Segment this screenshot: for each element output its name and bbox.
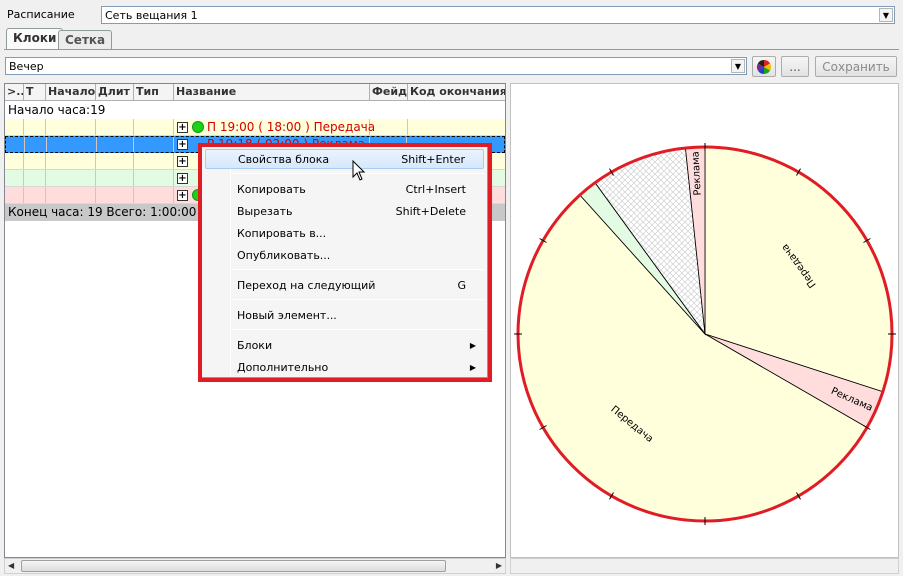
save-button-label: Сохранить: [822, 59, 890, 74]
col-header-end-code[interactable]: Код окончания: [408, 84, 505, 100]
preset-select[interactable]: Вечер ▼: [5, 57, 747, 75]
expand-icon[interactable]: +: [177, 139, 188, 150]
schedule-select[interactable]: Сеть вещания 1 ▼: [101, 6, 895, 24]
tab-clocks[interactable]: Клоки: [6, 28, 64, 50]
status-green-icon: [192, 121, 204, 133]
scroll-right-icon[interactable]: ▶: [496, 561, 502, 570]
tab-divider: [4, 49, 899, 50]
hour-start-label: Начало часа:19: [8, 103, 106, 117]
col-header-type[interactable]: Тип: [134, 84, 174, 100]
preset-select-value: Вечер: [9, 59, 44, 73]
tab-grid[interactable]: Сетка: [58, 30, 113, 50]
col-header-t[interactable]: Т: [24, 84, 46, 100]
pie-chart-panel: Передача Реклама Передача Реклама: [510, 83, 899, 558]
col-header-fade[interactable]: Фейд: [370, 84, 408, 100]
scroll-left-icon[interactable]: ◀: [8, 561, 14, 570]
chart-hscrollbar[interactable]: [510, 558, 899, 574]
schedule-select-value: Сеть вещания 1: [105, 8, 198, 22]
pie-chart: ПередачаРекламаПередачаРеклама: [514, 143, 896, 525]
col-header-start[interactable]: Начало: [46, 84, 96, 100]
tab-grid-label: Сетка: [65, 33, 106, 47]
row-name: П 19:00 ( 18:00 ) Передача: [207, 120, 376, 134]
col-header-name[interactable]: Название: [174, 84, 370, 100]
save-button[interactable]: Сохранить: [815, 56, 897, 77]
expand-icon[interactable]: +: [177, 156, 188, 167]
pie-slice-label: Реклама: [690, 151, 703, 196]
expand-icon[interactable]: +: [177, 122, 188, 133]
col-header-duration[interactable]: Длит: [96, 84, 134, 100]
highlight-frame: [198, 143, 492, 382]
chevron-down-icon[interactable]: ▼: [879, 8, 893, 22]
tab-clocks-label: Клоки: [13, 31, 57, 45]
col-header-expand[interactable]: >...: [5, 84, 24, 100]
color-wheel-button[interactable]: [752, 56, 776, 77]
mouse-cursor-icon: [352, 160, 366, 181]
scroll-thumb[interactable]: [21, 560, 446, 572]
grid-header: >... Т Начало Длит Тип Название Фейд Код…: [5, 84, 505, 101]
grid-hscrollbar[interactable]: ◀ ▶: [4, 558, 506, 574]
color-wheel-icon: [756, 59, 772, 74]
chevron-down-icon[interactable]: ▼: [731, 59, 745, 73]
ellipsis-button-label: ...: [789, 59, 801, 74]
expand-icon[interactable]: +: [177, 173, 188, 184]
schedule-label: Расписание: [7, 8, 75, 21]
expand-icon[interactable]: +: [177, 190, 188, 201]
ellipsis-button[interactable]: ...: [781, 56, 809, 77]
